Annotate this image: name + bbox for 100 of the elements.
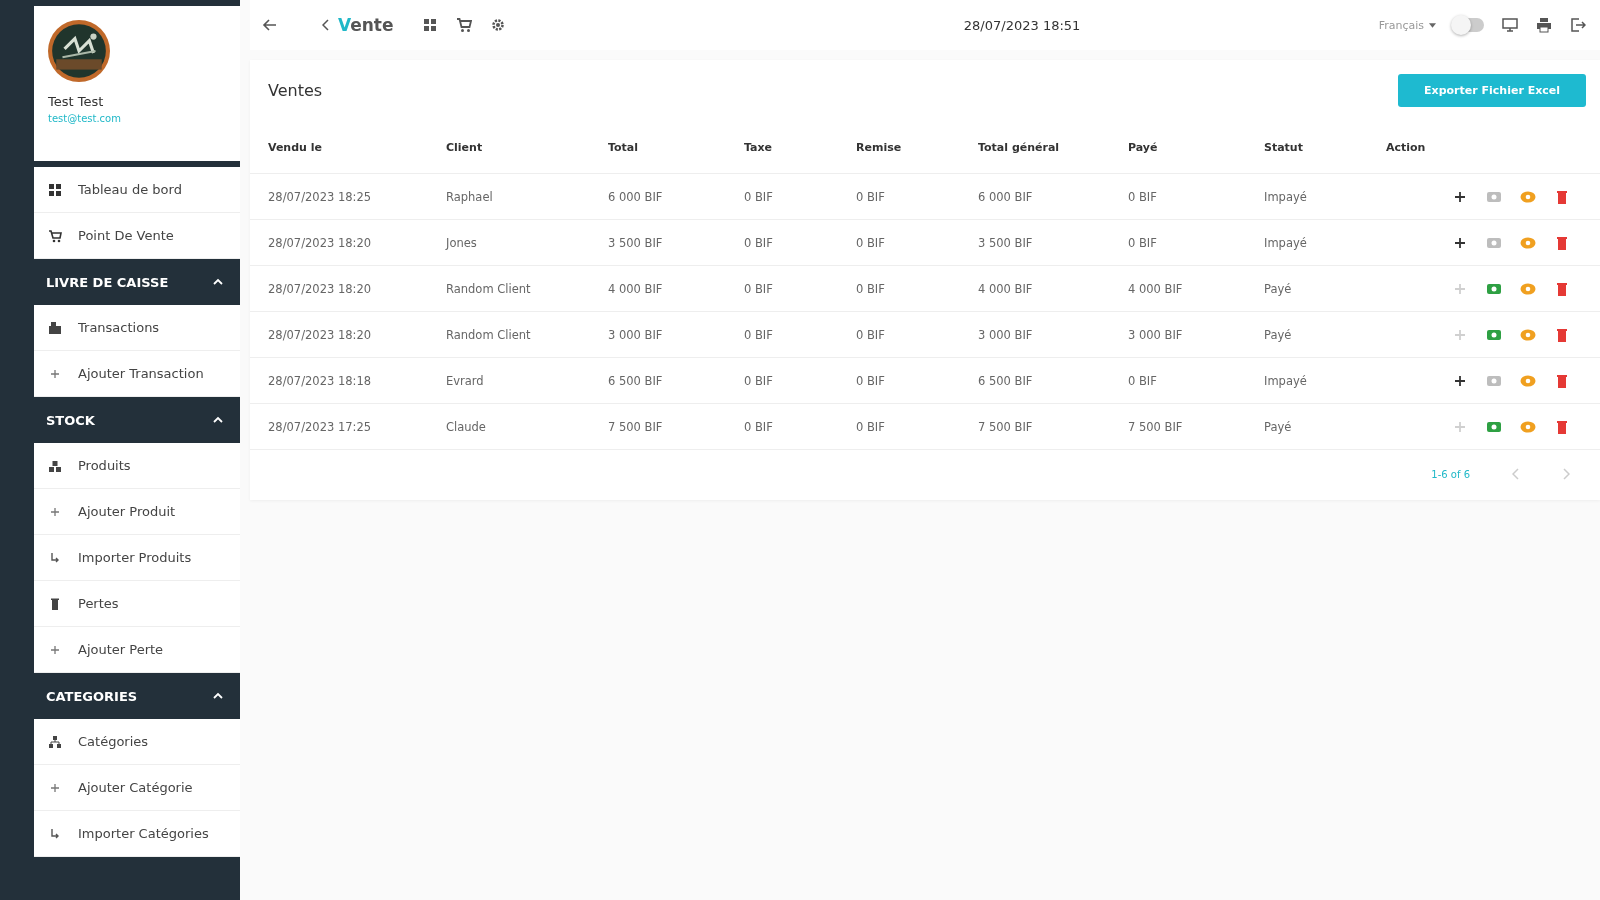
nav-item[interactable]: Tableau de bord (34, 167, 240, 213)
cash-icon[interactable] (1486, 419, 1502, 434)
tree-icon (48, 734, 62, 749)
table-cell-text: 6 000 BIF (608, 189, 664, 204)
table-cell-text: Payé (1264, 281, 1293, 296)
chevron-left-icon (322, 19, 330, 31)
nav-item[interactable]: Importer Catégories (34, 811, 240, 857)
table-cell-text: 0 BIF (744, 373, 774, 388)
nav-item[interactable]: Ajouter Produit (34, 489, 240, 535)
delete-icon[interactable] (1554, 281, 1570, 296)
logout-icon[interactable] (1570, 17, 1586, 33)
chevron-icon (212, 692, 224, 700)
delete-icon[interactable] (1554, 235, 1570, 250)
plus-icon[interactable] (1452, 189, 1468, 204)
trash-icon (48, 596, 62, 611)
cash-icon[interactable] (1486, 327, 1502, 342)
table-cell-text: Impayé (1264, 189, 1308, 204)
table-cell-text: Raphael (446, 189, 494, 204)
column-header[interactable]: Remise (856, 140, 978, 154)
table-cell-text: 7 500 BIF (1128, 419, 1184, 434)
brand-link[interactable]: Vente (322, 15, 394, 35)
column-header[interactable]: Action (1386, 140, 1582, 154)
back-arrow-icon[interactable] (262, 17, 278, 33)
table-cell-text: 6 500 BIF (608, 373, 664, 388)
delete-icon[interactable] (1554, 373, 1570, 388)
table-cell-text: 28/07/2023 18:20 (268, 235, 373, 250)
column-header[interactable]: Statut (1264, 140, 1386, 154)
table-cell-text: 3 000 BIF (1128, 327, 1184, 342)
settings-icon[interactable] (489, 17, 506, 33)
table-cell-text: Claude (446, 419, 487, 434)
printer-icon[interactable] (1536, 17, 1552, 33)
table-cell-text: 0 BIF (744, 189, 774, 204)
cash-icon[interactable] (1486, 235, 1502, 250)
nav-item[interactable]: Pertes (34, 581, 240, 627)
eye-icon[interactable] (1520, 235, 1536, 250)
table-cell-text: 7 500 BIF (608, 419, 664, 434)
eye-icon[interactable] (1520, 373, 1536, 388)
table-cell-text: 4 000 BIF (1128, 281, 1184, 296)
table-cell-text: Jones (446, 235, 478, 250)
column-header[interactable]: Vendu le (268, 140, 446, 154)
column-header[interactable]: Taxe (744, 140, 856, 154)
table-cell-text: 4 000 BIF (608, 281, 664, 296)
table-cell-text: 28/07/2023 17:25 (268, 419, 373, 434)
nav-item[interactable]: Importer Produits (34, 535, 240, 581)
delete-icon[interactable] (1554, 327, 1570, 342)
cash-icon[interactable] (1486, 189, 1502, 204)
nav-item[interactable]: Ajouter Catégorie (34, 765, 240, 811)
table-cell-text: 0 BIF (856, 419, 886, 434)
column-header[interactable]: Total (608, 140, 744, 154)
table-cell-text: 6 000 BIF (978, 189, 1034, 204)
table-cell-text: 0 BIF (856, 189, 886, 204)
table-cell-text: Random Client (446, 281, 532, 296)
table-cell-text: 0 BIF (856, 235, 886, 250)
delete-icon[interactable] (1554, 189, 1570, 204)
table-cell-text: 7 500 BIF (978, 419, 1034, 434)
table-cell-text: Payé (1264, 327, 1293, 342)
table-cell-text: Evrard (446, 373, 485, 388)
table-cell-text: 3 500 BIF (978, 235, 1034, 250)
delete-icon[interactable] (1554, 419, 1570, 434)
nav-item[interactable]: Produits (34, 443, 240, 489)
nav-item[interactable]: Catégories (34, 719, 240, 765)
table-cell-text: Impayé (1264, 373, 1308, 388)
table-cell-text: 0 BIF (856, 327, 886, 342)
table-cell-text: 4 000 BIF (978, 281, 1034, 296)
boxes-icon (48, 458, 62, 473)
table-cell-text: 28/07/2023 18:20 (268, 327, 373, 342)
eye-icon[interactable] (1520, 327, 1536, 342)
eye-icon[interactable] (1520, 189, 1536, 204)
page-title: Ventes (268, 81, 323, 100)
column-header[interactable]: Payé (1128, 140, 1264, 154)
chevron-icon (212, 278, 224, 286)
table-cell-text: 0 BIF (744, 281, 774, 296)
cash-icon[interactable] (1486, 373, 1502, 388)
table-cell-text: 3 000 BIF (608, 327, 664, 342)
plus-icon[interactable] (1452, 373, 1468, 388)
table-cell-text: 0 BIF (1128, 189, 1158, 204)
cart-icon (48, 228, 62, 243)
column-header[interactable]: Total général (978, 140, 1128, 154)
theme-toggle[interactable] (1454, 18, 1484, 32)
table-cell-text: 0 BIF (744, 235, 774, 250)
date-time: 28/07/2023 18:51 (963, 17, 1081, 33)
eye-icon[interactable] (1520, 419, 1536, 434)
chevron-icon (212, 416, 224, 424)
table-cell-text: 0 BIF (744, 419, 774, 434)
monitor-icon[interactable] (1502, 17, 1518, 33)
table-cell-text: Payé (1264, 419, 1293, 434)
cart-icon[interactable] (455, 17, 472, 33)
table-cell-text: 3 000 BIF (978, 327, 1034, 342)
cash-icon[interactable] (1486, 281, 1502, 296)
table-cell-text: Random Client (446, 327, 532, 342)
pagination-range: 1-6 of 6 (1431, 468, 1470, 480)
eye-icon[interactable] (1520, 281, 1536, 296)
nav-item[interactable]: Transactions (34, 305, 240, 351)
grid-icon[interactable] (421, 17, 438, 33)
table-cell-text: 28/07/2023 18:18 (268, 373, 373, 388)
column-header[interactable]: Client (446, 140, 608, 154)
table-cell-text: 28/07/2023 18:20 (268, 281, 373, 296)
table-cell-text: 0 BIF (856, 373, 886, 388)
table-cell-text: 0 BIF (1128, 235, 1158, 250)
plus-icon[interactable] (1452, 235, 1468, 250)
